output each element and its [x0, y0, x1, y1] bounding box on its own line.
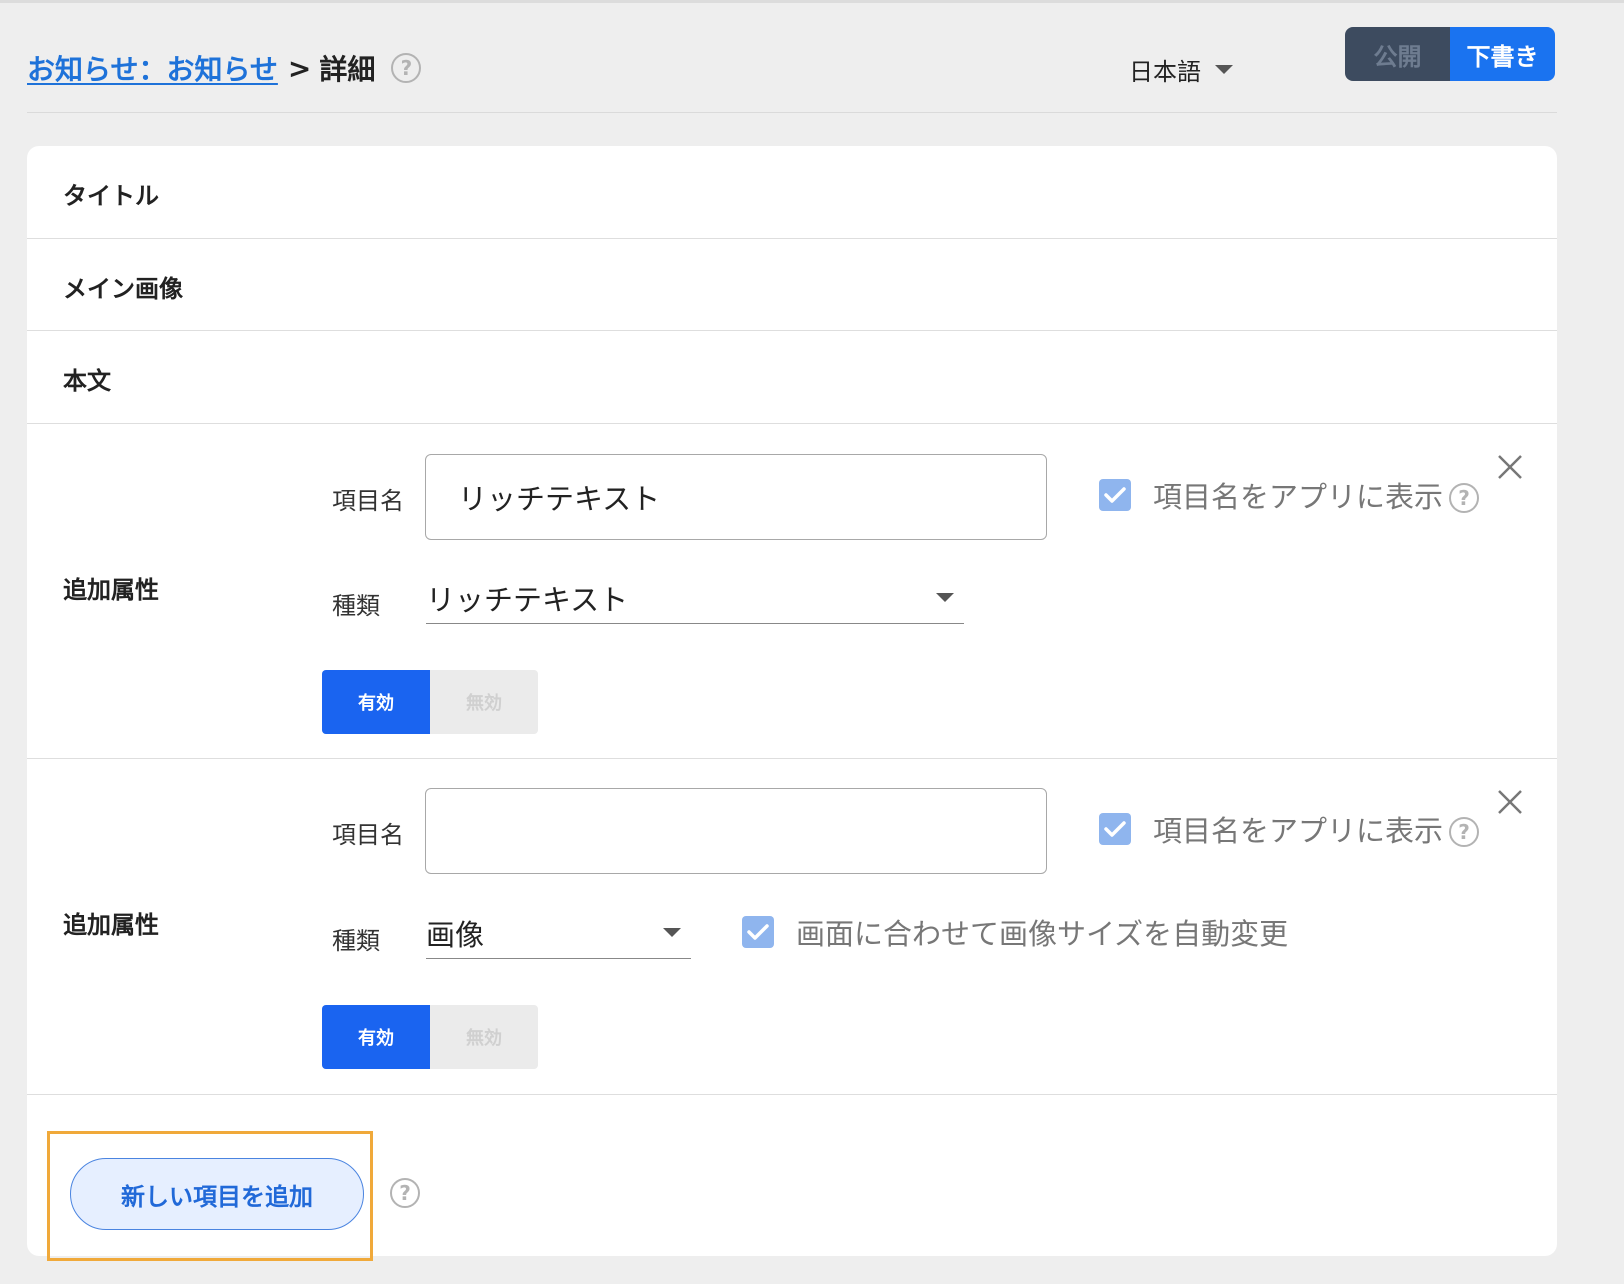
enabled-toggle: 有効 無効 — [322, 1005, 538, 1069]
page-title: 詳細 — [319, 53, 376, 86]
attribute-label: 追加属性 — [63, 576, 159, 604]
item-name-label: 項目名 — [332, 487, 404, 515]
check-icon — [747, 924, 769, 940]
caret-down-icon — [663, 928, 681, 937]
attribute-block: 追加属性 項目名 項目名をアプリに表示 ? 種類 画像 画面に合わせて画像サイズ… — [27, 759, 1557, 1095]
type-select-value: 画像 — [426, 917, 485, 952]
enabled-toggle: 有効 無効 — [322, 670, 538, 734]
content-card: タイトル メイン画像 本文 追加属性 項目名 リッチテキスト 項目名をアプリに表… — [27, 146, 1557, 1261]
breadcrumb: お知らせ：お知らせ > 詳細 ? — [27, 48, 422, 88]
show-name-checkbox[interactable] — [1099, 479, 1131, 511]
publish-button[interactable]: 公開 — [1345, 27, 1450, 81]
attribute-label: 追加属性 — [63, 911, 159, 939]
help-icon[interactable]: ? — [1449, 817, 1480, 847]
add-new-item-button[interactable]: 新しい項目を追加 — [70, 1158, 364, 1230]
item-name-label: 項目名 — [332, 821, 404, 849]
auto-resize-option: 画面に合わせて画像サイズを自動変更 — [742, 911, 1288, 953]
enabled-button[interactable]: 有効 — [322, 1005, 430, 1069]
breadcrumb-link-news[interactable]: お知らせ：お知らせ — [27, 48, 278, 88]
section-label: 本文 — [63, 367, 111, 395]
auto-resize-label: 画面に合わせて画像サイズを自動変更 — [796, 917, 1289, 951]
language-select[interactable]: 日本語 — [1129, 52, 1233, 87]
section-row-body: 本文 — [27, 331, 1557, 424]
item-name-input[interactable]: リッチテキスト — [425, 454, 1047, 540]
type-select[interactable]: 画像 — [426, 907, 691, 959]
show-name-option: 項目名をアプリに表示 ? — [1099, 474, 1480, 516]
section-label: メイン画像 — [63, 275, 183, 303]
type-select-value: リッチテキスト — [426, 582, 629, 617]
type-select[interactable]: リッチテキスト — [426, 572, 964, 624]
header-divider — [27, 112, 1557, 113]
section-label: タイトル — [63, 182, 159, 210]
page-header: お知らせ：お知らせ > 詳細 ? 日本語 公開 下書き — [27, 27, 1557, 100]
help-icon[interactable]: ? — [390, 1178, 420, 1208]
section-row-title: タイトル — [27, 146, 1557, 239]
help-icon[interactable]: ? — [1449, 483, 1480, 513]
type-label: 種類 — [332, 927, 380, 955]
top-edge — [0, 0, 1624, 3]
disabled-button[interactable]: 無効 — [430, 670, 538, 734]
show-name-label: 項目名をアプリに表示 — [1153, 480, 1444, 514]
type-label: 種類 — [332, 592, 380, 620]
show-name-option: 項目名をアプリに表示 ? — [1099, 808, 1480, 850]
close-icon[interactable] — [1495, 787, 1525, 817]
help-icon[interactable]: ? — [391, 53, 422, 83]
auto-resize-checkbox[interactable] — [742, 916, 774, 948]
check-icon — [1104, 487, 1126, 503]
item-name-input[interactable] — [425, 788, 1047, 874]
draft-button[interactable]: 下書き — [1450, 27, 1555, 81]
publish-status-toggle: 公開 下書き — [1345, 27, 1555, 81]
enabled-button[interactable]: 有効 — [322, 670, 430, 734]
attribute-block: 追加属性 項目名 リッチテキスト 項目名をアプリに表示 ? 種類 リッチテキスト… — [27, 424, 1557, 759]
show-name-label: 項目名をアプリに表示 — [1153, 814, 1444, 848]
close-icon[interactable] — [1495, 452, 1525, 482]
caret-down-icon — [1215, 65, 1233, 74]
show-name-checkbox[interactable] — [1099, 813, 1131, 845]
section-row-main-image: メイン画像 — [27, 239, 1557, 331]
caret-down-icon — [936, 593, 954, 602]
breadcrumb-separator: > — [287, 51, 312, 85]
disabled-button[interactable]: 無効 — [430, 1005, 538, 1069]
check-icon — [1104, 821, 1126, 837]
language-select-value: 日本語 — [1129, 58, 1201, 86]
